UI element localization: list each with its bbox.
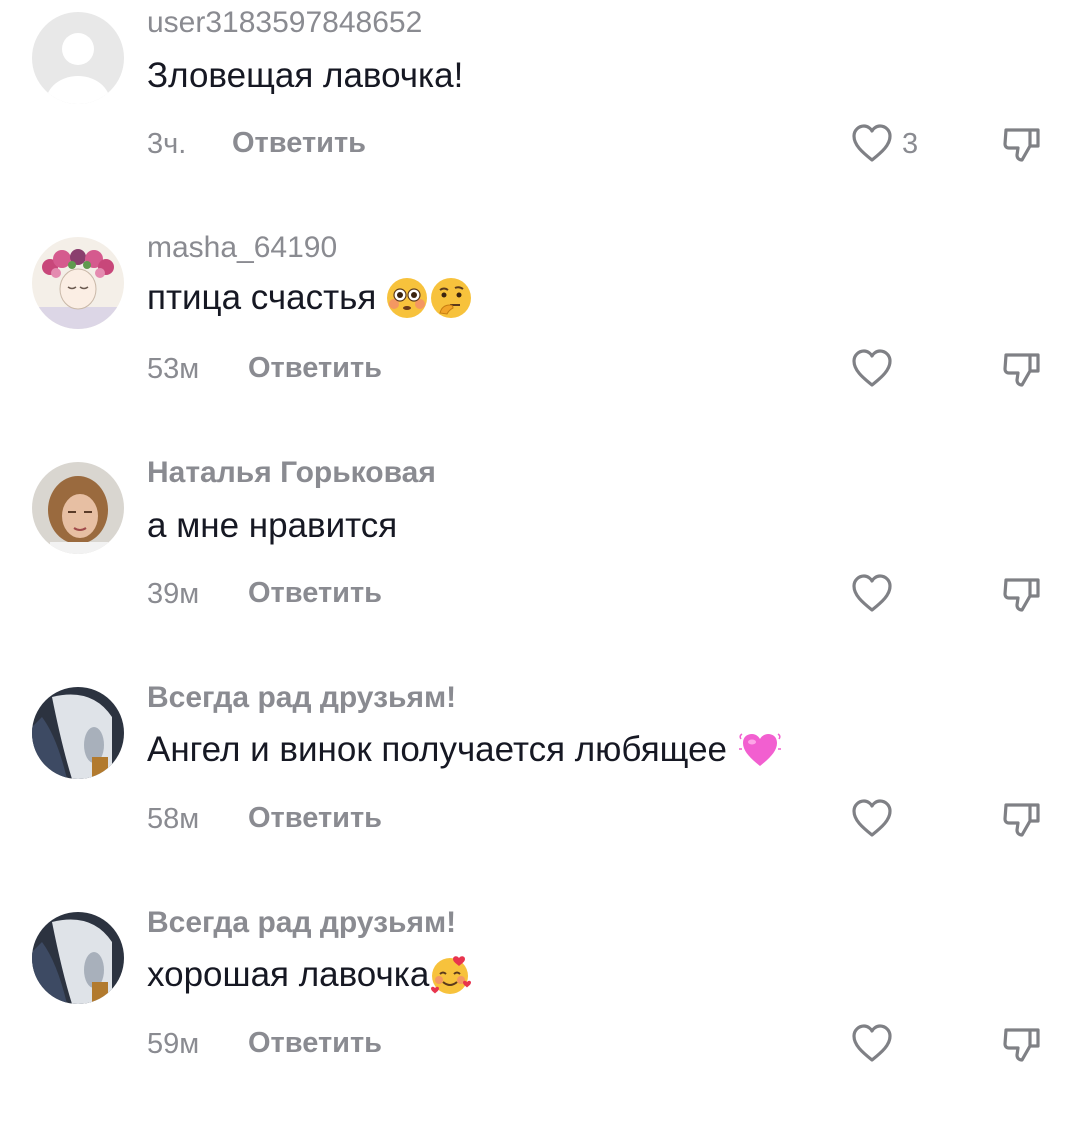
comment-text-body: Зловещая лавочка! [147, 56, 464, 95]
comment-username[interactable]: masha_64190 [147, 231, 337, 265]
heart-icon [852, 349, 892, 387]
comment-item: masha_64190 птица счастья 53м Ответить [0, 225, 1080, 450]
comment-username[interactable]: Всегда рад друзьям! [147, 906, 456, 940]
comment-text: Зловещая лавочка! [147, 56, 463, 96]
dislike-button[interactable] [1000, 797, 1044, 841]
thumbs-down-icon [1003, 353, 1040, 387]
woman-photo-avatar [32, 462, 124, 554]
thumbs-down-icon [1003, 578, 1040, 612]
comment-text: а мне нравится [147, 506, 397, 546]
reply-button[interactable]: Ответить [248, 1027, 382, 1060]
flower-crown-girl-avatar [32, 237, 124, 329]
heart-icon [852, 799, 892, 837]
comment-text-body: а мне нравится [147, 506, 398, 545]
comment-item: Всегда рад друзьям! Ангел и винок получа… [0, 675, 1080, 900]
comment-item: user3183597848652 Зловещая лавочка! 3ч. … [0, 0, 1080, 225]
reply-button[interactable]: Ответить [248, 802, 382, 835]
avatar[interactable] [32, 12, 124, 104]
comment-username[interactable]: user3183597848652 [147, 6, 422, 40]
thumbs-down-icon [1003, 1028, 1040, 1062]
reply-button[interactable]: Ответить [248, 577, 382, 610]
like-button[interactable] [850, 122, 894, 166]
comment-text: птица счастья [147, 277, 472, 319]
comment-text: Ангел и винок получается любящее [147, 729, 781, 771]
comment-item: Всегда рад друзьям! хорошая лавочка 59м … [0, 900, 1080, 1125]
like-button[interactable] [850, 1022, 894, 1066]
thumbs-down-icon [1003, 128, 1040, 162]
comment-time: 53м [147, 353, 200, 385]
heart-icon [852, 574, 892, 612]
like-button[interactable] [850, 572, 894, 616]
smiling-face-with-hearts-emoji [429, 954, 472, 996]
avatar[interactable] [32, 237, 124, 329]
like-button[interactable] [850, 347, 894, 391]
comment-text-body: Ангел и винок получается любящее [147, 730, 727, 769]
comment-username[interactable]: Наталья Горьковая [147, 456, 436, 490]
thumbs-down-icon [1003, 803, 1040, 837]
thinking-face-emoji [430, 277, 472, 319]
comment-time: 39м [147, 578, 200, 610]
dislike-button[interactable] [1000, 572, 1044, 616]
like-count: 3 [902, 128, 919, 160]
default-avatar-icon [32, 12, 124, 104]
avatar[interactable] [32, 687, 124, 779]
pink-heart-emoji [739, 729, 781, 771]
comment-time: 58м [147, 803, 200, 835]
comment-time: 3ч. [147, 128, 187, 160]
comment-text-body: птица счастья [147, 278, 377, 317]
dog-photo-avatar [32, 687, 124, 779]
heart-icon [852, 1024, 892, 1062]
dislike-button[interactable] [1000, 347, 1044, 391]
flushed-face-emoji [386, 277, 428, 319]
comment-time: 59м [147, 1028, 200, 1060]
avatar[interactable] [32, 462, 124, 554]
avatar[interactable] [32, 912, 124, 1004]
dislike-button[interactable] [1000, 122, 1044, 166]
comment-item: Наталья Горьковая а мне нравится 39м Отв… [0, 450, 1080, 675]
comment-text: хорошая лавочка [147, 954, 472, 996]
comment-text-body: хорошая лавочка [147, 955, 430, 994]
comment-username[interactable]: Всегда рад друзьям! [147, 681, 456, 715]
heart-icon [852, 124, 892, 162]
dislike-button[interactable] [1000, 1022, 1044, 1066]
reply-button[interactable]: Ответить [248, 352, 382, 385]
reply-button[interactable]: Ответить [232, 127, 366, 160]
dog-photo-avatar [32, 912, 124, 1004]
like-button[interactable] [850, 797, 894, 841]
